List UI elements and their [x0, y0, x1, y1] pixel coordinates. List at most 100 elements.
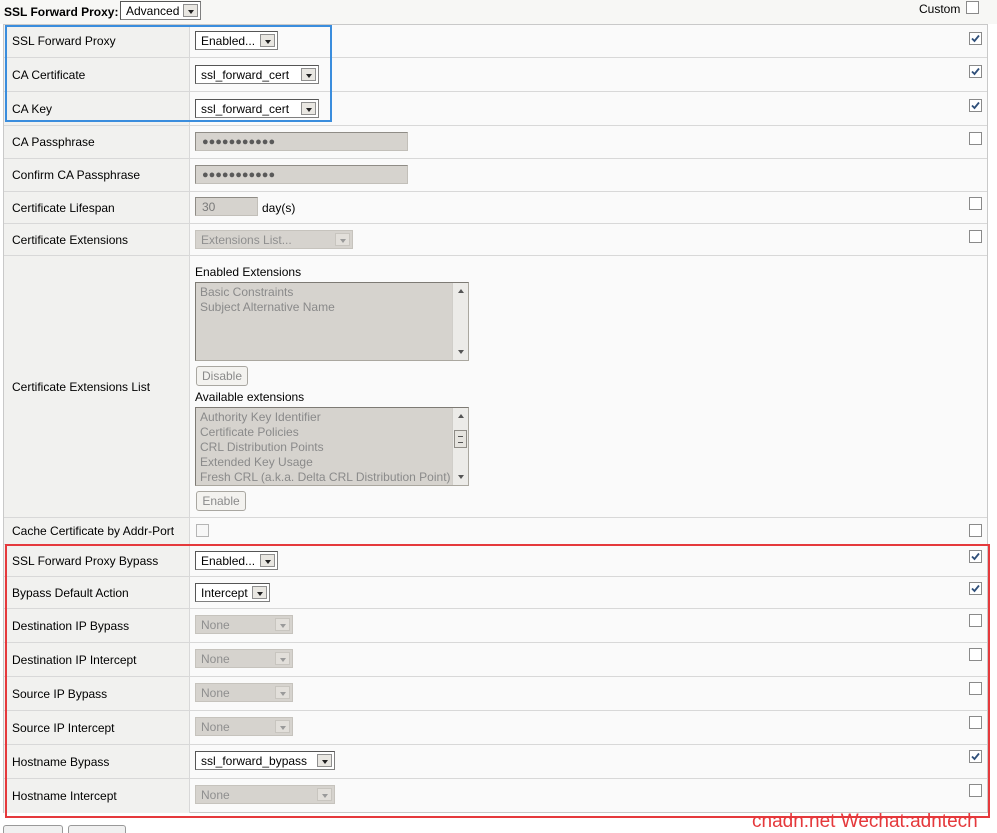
scroll-down-icon[interactable]: [458, 350, 464, 354]
check-icon: [971, 101, 980, 110]
custom-checkbox-hostname-intercept[interactable]: [969, 784, 982, 797]
row-source-ip-bypass: Source IP Bypass None: [4, 677, 987, 711]
check-icon: [971, 67, 980, 76]
scroll-thumb[interactable]: [454, 430, 467, 448]
list-item[interactable]: CRL Distribution Points: [200, 440, 324, 454]
custom-checkbox-source-ip-bypass[interactable]: [969, 682, 982, 695]
select-value: ssl_forward_bypass: [201, 754, 308, 768]
chevron-down-icon: [301, 102, 316, 115]
enabled-extensions-list[interactable]: Basic Constraints Subject Alternative Na…: [195, 282, 469, 361]
select-value: None: [201, 652, 230, 666]
ca-certificate-select[interactable]: ssl_forward_cert: [195, 65, 319, 84]
chevron-down-icon: [260, 554, 275, 567]
available-extensions-caption: Available extensions: [195, 390, 305, 404]
scroll-up-icon[interactable]: [458, 414, 464, 418]
custom-checkbox-ssl-forward-proxy-bypass[interactable]: [969, 550, 982, 563]
chevron-down-icon: [260, 34, 275, 47]
list-item[interactable]: Certificate Policies: [200, 425, 299, 439]
mode-select[interactable]: Advanced: [120, 1, 201, 20]
custom-checkbox[interactable]: [966, 1, 979, 14]
chevron-down-icon: [275, 618, 290, 631]
custom-checkbox-ca-key[interactable]: [969, 99, 982, 112]
ssl-forward-proxy-select[interactable]: Enabled...: [195, 31, 278, 50]
row-ca-certificate: CA Certificate ssl_forward_cert: [4, 58, 987, 92]
enable-button[interactable]: Enable: [196, 491, 246, 511]
custom-checkbox-cache-certificate[interactable]: [969, 524, 982, 537]
row-label: Destination IP Intercept: [12, 652, 137, 667]
check-icon: [971, 552, 980, 561]
custom-checkbox-ca-certificate[interactable]: [969, 65, 982, 78]
list-item[interactable]: Basic Constraints: [200, 285, 293, 299]
custom-label: Custom: [919, 2, 961, 16]
cache-certificate-checkbox[interactable]: [196, 524, 209, 537]
select-value: None: [201, 686, 230, 700]
confirm-ca-passphrase-input[interactable]: ●●●●●●●●●●●: [195, 165, 408, 184]
row-hostname-intercept: Hostname Intercept None: [4, 779, 987, 813]
list-item[interactable]: Fresh CRL (a.k.a. Delta CRL Distribution…: [200, 470, 451, 484]
select-value: ssl_forward_cert: [201, 102, 290, 116]
row-destination-ip-bypass: Destination IP Bypass None: [4, 609, 987, 643]
chevron-down-icon: [183, 4, 198, 17]
custom-checkbox-hostname-bypass[interactable]: [969, 750, 982, 763]
password-dots: ●●●●●●●●●●●: [202, 169, 276, 181]
destination-ip-bypass-select[interactable]: None: [195, 615, 293, 634]
disable-button[interactable]: Disable: [196, 366, 248, 386]
row-certificate-lifespan: Certificate Lifespan 30 day(s): [4, 192, 987, 224]
scrollbar[interactable]: [452, 408, 468, 485]
row-ca-key: CA Key ssl_forward_cert: [4, 92, 987, 126]
list-item[interactable]: Subject Alternative Name: [200, 300, 335, 314]
hostname-intercept-select[interactable]: None: [195, 785, 335, 804]
check-icon: [971, 34, 980, 43]
hostname-bypass-select[interactable]: ssl_forward_bypass: [195, 751, 335, 770]
row-label: Hostname Intercept: [12, 789, 117, 803]
custom-checkbox-certificate-lifespan[interactable]: [969, 197, 982, 210]
row-label: Certificate Lifespan: [12, 200, 115, 215]
lifespan-unit: day(s): [262, 201, 296, 215]
custom-checkbox-destination-ip-intercept[interactable]: [969, 648, 982, 661]
bypass-default-action-select[interactable]: Intercept: [195, 583, 270, 602]
row-label: Hostname Bypass: [12, 754, 110, 769]
row-label: CA Passphrase: [12, 135, 95, 149]
scroll-down-icon[interactable]: [458, 475, 464, 479]
select-value: None: [201, 618, 230, 632]
row-source-ip-intercept: Source IP Intercept None: [4, 711, 987, 745]
destination-ip-intercept-select[interactable]: None: [195, 649, 293, 668]
custom-checkbox-bypass-default-action[interactable]: [969, 582, 982, 595]
ssl-forward-proxy-bypass-select[interactable]: Enabled...: [195, 551, 278, 570]
scroll-up-icon[interactable]: [458, 289, 464, 293]
custom-checkbox-destination-ip-bypass[interactable]: [969, 614, 982, 627]
ca-passphrase-input[interactable]: ●●●●●●●●●●●: [195, 132, 408, 151]
page-header: SSL Forward Proxy: Advanced Custom: [0, 0, 997, 24]
certificate-extensions-select[interactable]: Extensions List...: [195, 230, 353, 249]
list-item[interactable]: Extended Key Usage: [200, 455, 313, 469]
row-ssl-forward-proxy-bypass: SSL Forward Proxy Bypass Enabled...: [4, 545, 987, 577]
custom-checkbox-source-ip-intercept[interactable]: [969, 716, 982, 729]
bottom-button-1[interactable]: [3, 825, 63, 833]
scrollbar[interactable]: [452, 283, 468, 360]
select-value: Enabled...: [201, 34, 256, 48]
ca-key-select[interactable]: ssl_forward_cert: [195, 99, 319, 118]
chevron-down-icon: [252, 586, 267, 599]
custom-checkbox-certificate-extensions[interactable]: [969, 230, 982, 243]
password-dots: ●●●●●●●●●●●: [202, 136, 276, 148]
custom-checkbox-ca-passphrase[interactable]: [969, 132, 982, 145]
select-value: Enabled...: [201, 554, 256, 568]
certificate-lifespan-input[interactable]: 30: [195, 197, 258, 216]
source-ip-intercept-select[interactable]: None: [195, 717, 293, 736]
row-certificate-extensions: Certificate Extensions Extensions List..…: [4, 224, 987, 256]
row-bypass-default-action: Bypass Default Action Intercept: [4, 577, 987, 609]
list-item[interactable]: Authority Key Identifier: [200, 410, 321, 424]
available-extensions-list[interactable]: Authority Key Identifier Certificate Pol…: [195, 407, 469, 486]
chevron-down-icon: [335, 233, 350, 246]
chevron-down-icon: [275, 720, 290, 733]
row-label: Cache Certificate by Addr-Port: [12, 524, 175, 538]
chevron-down-icon: [275, 686, 290, 699]
settings-table: SSL Forward Proxy Enabled... CA Certific…: [3, 24, 988, 813]
source-ip-bypass-select[interactable]: None: [195, 683, 293, 702]
bottom-button-2[interactable]: [68, 825, 126, 833]
select-value: Extensions List...: [201, 233, 292, 247]
row-cache-certificate: Cache Certificate by Addr-Port: [4, 518, 987, 545]
row-label: SSL Forward Proxy Bypass: [12, 553, 159, 568]
custom-checkbox-ssl-forward-proxy[interactable]: [969, 32, 982, 45]
row-hostname-bypass: Hostname Bypass ssl_forward_bypass: [4, 745, 987, 779]
